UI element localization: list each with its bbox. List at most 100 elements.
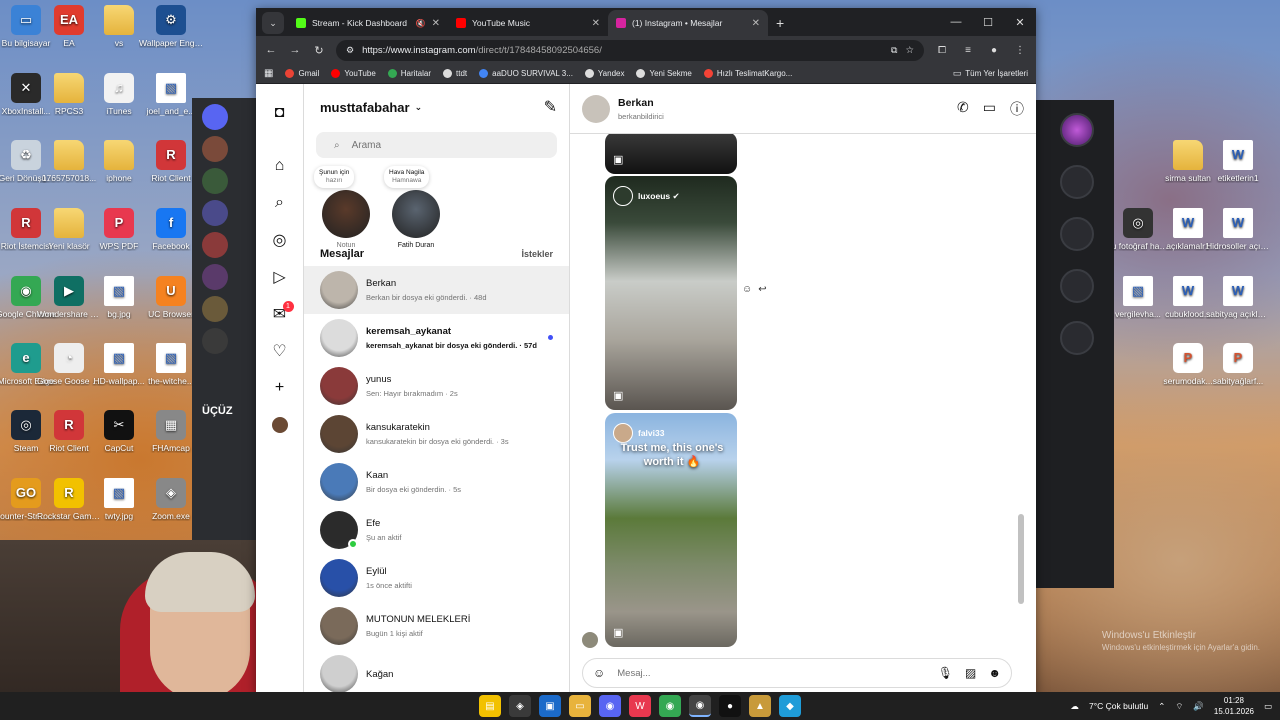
back-icon[interactable]: ← [264,44,278,56]
tab[interactable]: Stream - Kick Dashboard 🔇 ✕ [288,10,448,36]
note-bubble[interactable]: Şunun için hazırı [314,166,355,188]
new-message-icon[interactable]: ✎ [544,97,557,117]
home-icon[interactable]: ⌂ [268,147,292,184]
close-tab-icon[interactable]: ✕ [752,18,760,29]
discord-icon[interactable]: ◉ [599,695,621,717]
close-tab-icon[interactable]: ✕ [592,18,600,29]
weather-text[interactable]: 7°C Çok bulutlu [1089,701,1148,711]
explore-icon[interactable]: ◎ [268,221,292,258]
notifications-icon[interactable]: ▭ [1264,701,1272,712]
reading-list-icon[interactable]: ≡ [960,45,976,56]
app-icon[interactable]: ◆ [779,695,801,717]
info-icon[interactable]: ⓘ [1010,99,1024,119]
reel-message[interactable]: ▣ [605,134,737,174]
reel-message[interactable]: falvi33 Trust me, this one's worth it 🔥 … [605,413,737,647]
app-icon[interactable]: ▣ [539,695,561,717]
discord-home-icon[interactable] [202,104,228,130]
avatar[interactable] [582,94,610,123]
bookmark-item[interactable]: Gmail [285,69,319,78]
extensions-icon[interactable]: ⧠ [934,45,950,56]
image-icon[interactable]: ▨ [965,666,976,680]
minimize-icon[interactable]: — [940,8,972,36]
desktop-icon[interactable]: W Hidrosoller açıklamarl1 [1206,208,1270,251]
forward-icon[interactable]: → [288,44,302,56]
profile-nav[interactable] [268,406,292,443]
address-bar[interactable]: ⚙ https://www.instagram.com/direct/t/178… [336,39,924,61]
site-info-icon[interactable]: ⚙ [346,45,354,56]
discord-server-icon[interactable] [202,136,228,162]
emoji-icon[interactable]: ☺ [593,666,605,680]
microphone-icon[interactable]: 🎙 [938,666,953,680]
reel-message[interactable]: luxoeus ✔ ▣ [605,176,737,410]
discord-server-icon[interactable] [202,200,228,226]
clock[interactable]: 01:28 15.01.2026 [1214,695,1254,717]
bookmark-item[interactable]: Haritalar [387,69,431,78]
message-input[interactable]: ☺ Mesaj... 🎙 ▨ ☻ [582,658,1012,688]
messenger-icon[interactable]: ✉ 1 [268,295,294,332]
conversation-item[interactable]: keremsah_aykanat keremsah_aykanat bir dos… [304,314,569,362]
bookmark-item[interactable]: Yeni Sekme [636,69,692,78]
tab[interactable]: (1) Instagram • Mesajlar ✕ [608,10,768,36]
chat-title[interactable]: Berkan [618,97,664,109]
reload-icon[interactable]: ↻ [312,44,326,57]
search-icon[interactable]: ⌕ [268,184,292,221]
desktop-icon[interactable]: Psabityağlarf... [1206,343,1270,386]
maximize-icon[interactable]: ☐ [972,8,1004,36]
reels-icon[interactable]: ▷ [268,258,292,295]
conversation-item[interactable]: MUTONUN MELEKLERİ Bugün 1 kişi aktif [304,602,569,650]
conversation-item[interactable]: yunus Sen: Hayır bırakmadım · 2s [304,362,569,410]
apps-icon[interactable]: ▦ [264,68,273,79]
note-item[interactable]: Şunun için hazırı Notun [314,166,372,249]
conversation-item[interactable]: Eylül 1s önce aktifti [304,554,569,602]
tray-up-icon[interactable]: ⌃ [1158,701,1165,712]
requests-link[interactable]: İstekler [521,249,553,259]
instagram-logo-icon[interactable]: ◘ [268,94,292,131]
emoji-react-icon[interactable]: ☺ [742,284,752,295]
menu-icon[interactable]: ⋮ [1012,45,1028,56]
desktop-icon[interactable]: Wsabityag açıklamarl1 [1206,276,1270,319]
discord-server-icon[interactable] [202,232,228,258]
chrome-icon[interactable]: ◉ [659,695,681,717]
profile-avatar[interactable]: ● [986,45,1002,56]
volume-icon[interactable]: 🔊 [1193,701,1204,712]
bookmark-item[interactable]: YouTube [331,69,376,78]
muted-icon[interactable]: 🔇 [416,19,426,28]
all-bookmarks-button[interactable]: ▭ Tüm Yer İşaretleri [953,68,1028,79]
tab-search-button[interactable]: ⌄ [262,12,284,34]
heart-icon[interactable]: ♡ [268,332,292,369]
bookmark-star-icon[interactable]: ☆ [905,45,914,56]
conversation-item[interactable]: Kağan [304,650,569,694]
discord-server-icon[interactable] [202,168,228,194]
desktop-icon[interactable]: ⚙ Wallpaper Engine [139,5,203,48]
conversation-item[interactable]: kansukaratekin kansukaratekin bir dosya e… [304,410,569,458]
scrollbar-thumb[interactable] [1018,514,1024,604]
weather-icon[interactable]: ☁ [1071,701,1080,712]
bookmark-item[interactable]: ttdt [443,69,467,78]
network-icon[interactable]: ⌔ [1175,701,1183,712]
create-icon[interactable]: + [268,369,292,406]
conversation-item[interactable]: Berkan Berkan bir dosya eki gönderdi. · 4… [304,266,569,314]
new-tab-button[interactable]: + [776,15,784,31]
app-icon[interactable]: ▲ [749,695,771,717]
file-explorer-icon[interactable]: ▤ [479,695,501,717]
app-icon[interactable]: ◈ [509,695,531,717]
obs-icon[interactable]: ● [719,695,741,717]
sticker-icon[interactable]: ☻ [988,666,1001,680]
wps-icon[interactable]: W [629,695,651,717]
bookmark-item[interactable]: Yandex [584,69,624,78]
conversation-item[interactable]: Kaan Bir dosya eki gönderdin. · 5s [304,458,569,506]
discord-server-icon[interactable] [202,328,228,354]
phone-icon[interactable]: ✆ [957,99,969,119]
bookmark-item[interactable]: Hızlı TeslimatKargo... [703,69,792,78]
bookmark-item[interactable]: aaDUO SURVIVAL 3... [479,69,573,78]
reply-icon[interactable]: ↩ [758,284,766,295]
note-bubble[interactable]: Hava Nagila Hamnawa [384,166,430,188]
scrollbar[interactable] [1018,144,1024,644]
discord-server-icon[interactable] [202,296,228,322]
folder-icon[interactable]: ▭ [569,695,591,717]
tab[interactable]: YouTube Music ✕ [448,10,608,36]
close-tab-icon[interactable]: ✕ [432,18,440,29]
note-item[interactable]: Hava Nagila Hamnawa Fatih Duran [384,166,442,249]
discord-server-icon[interactable] [202,264,228,290]
voice-overlay-window[interactable] [1034,100,1114,588]
